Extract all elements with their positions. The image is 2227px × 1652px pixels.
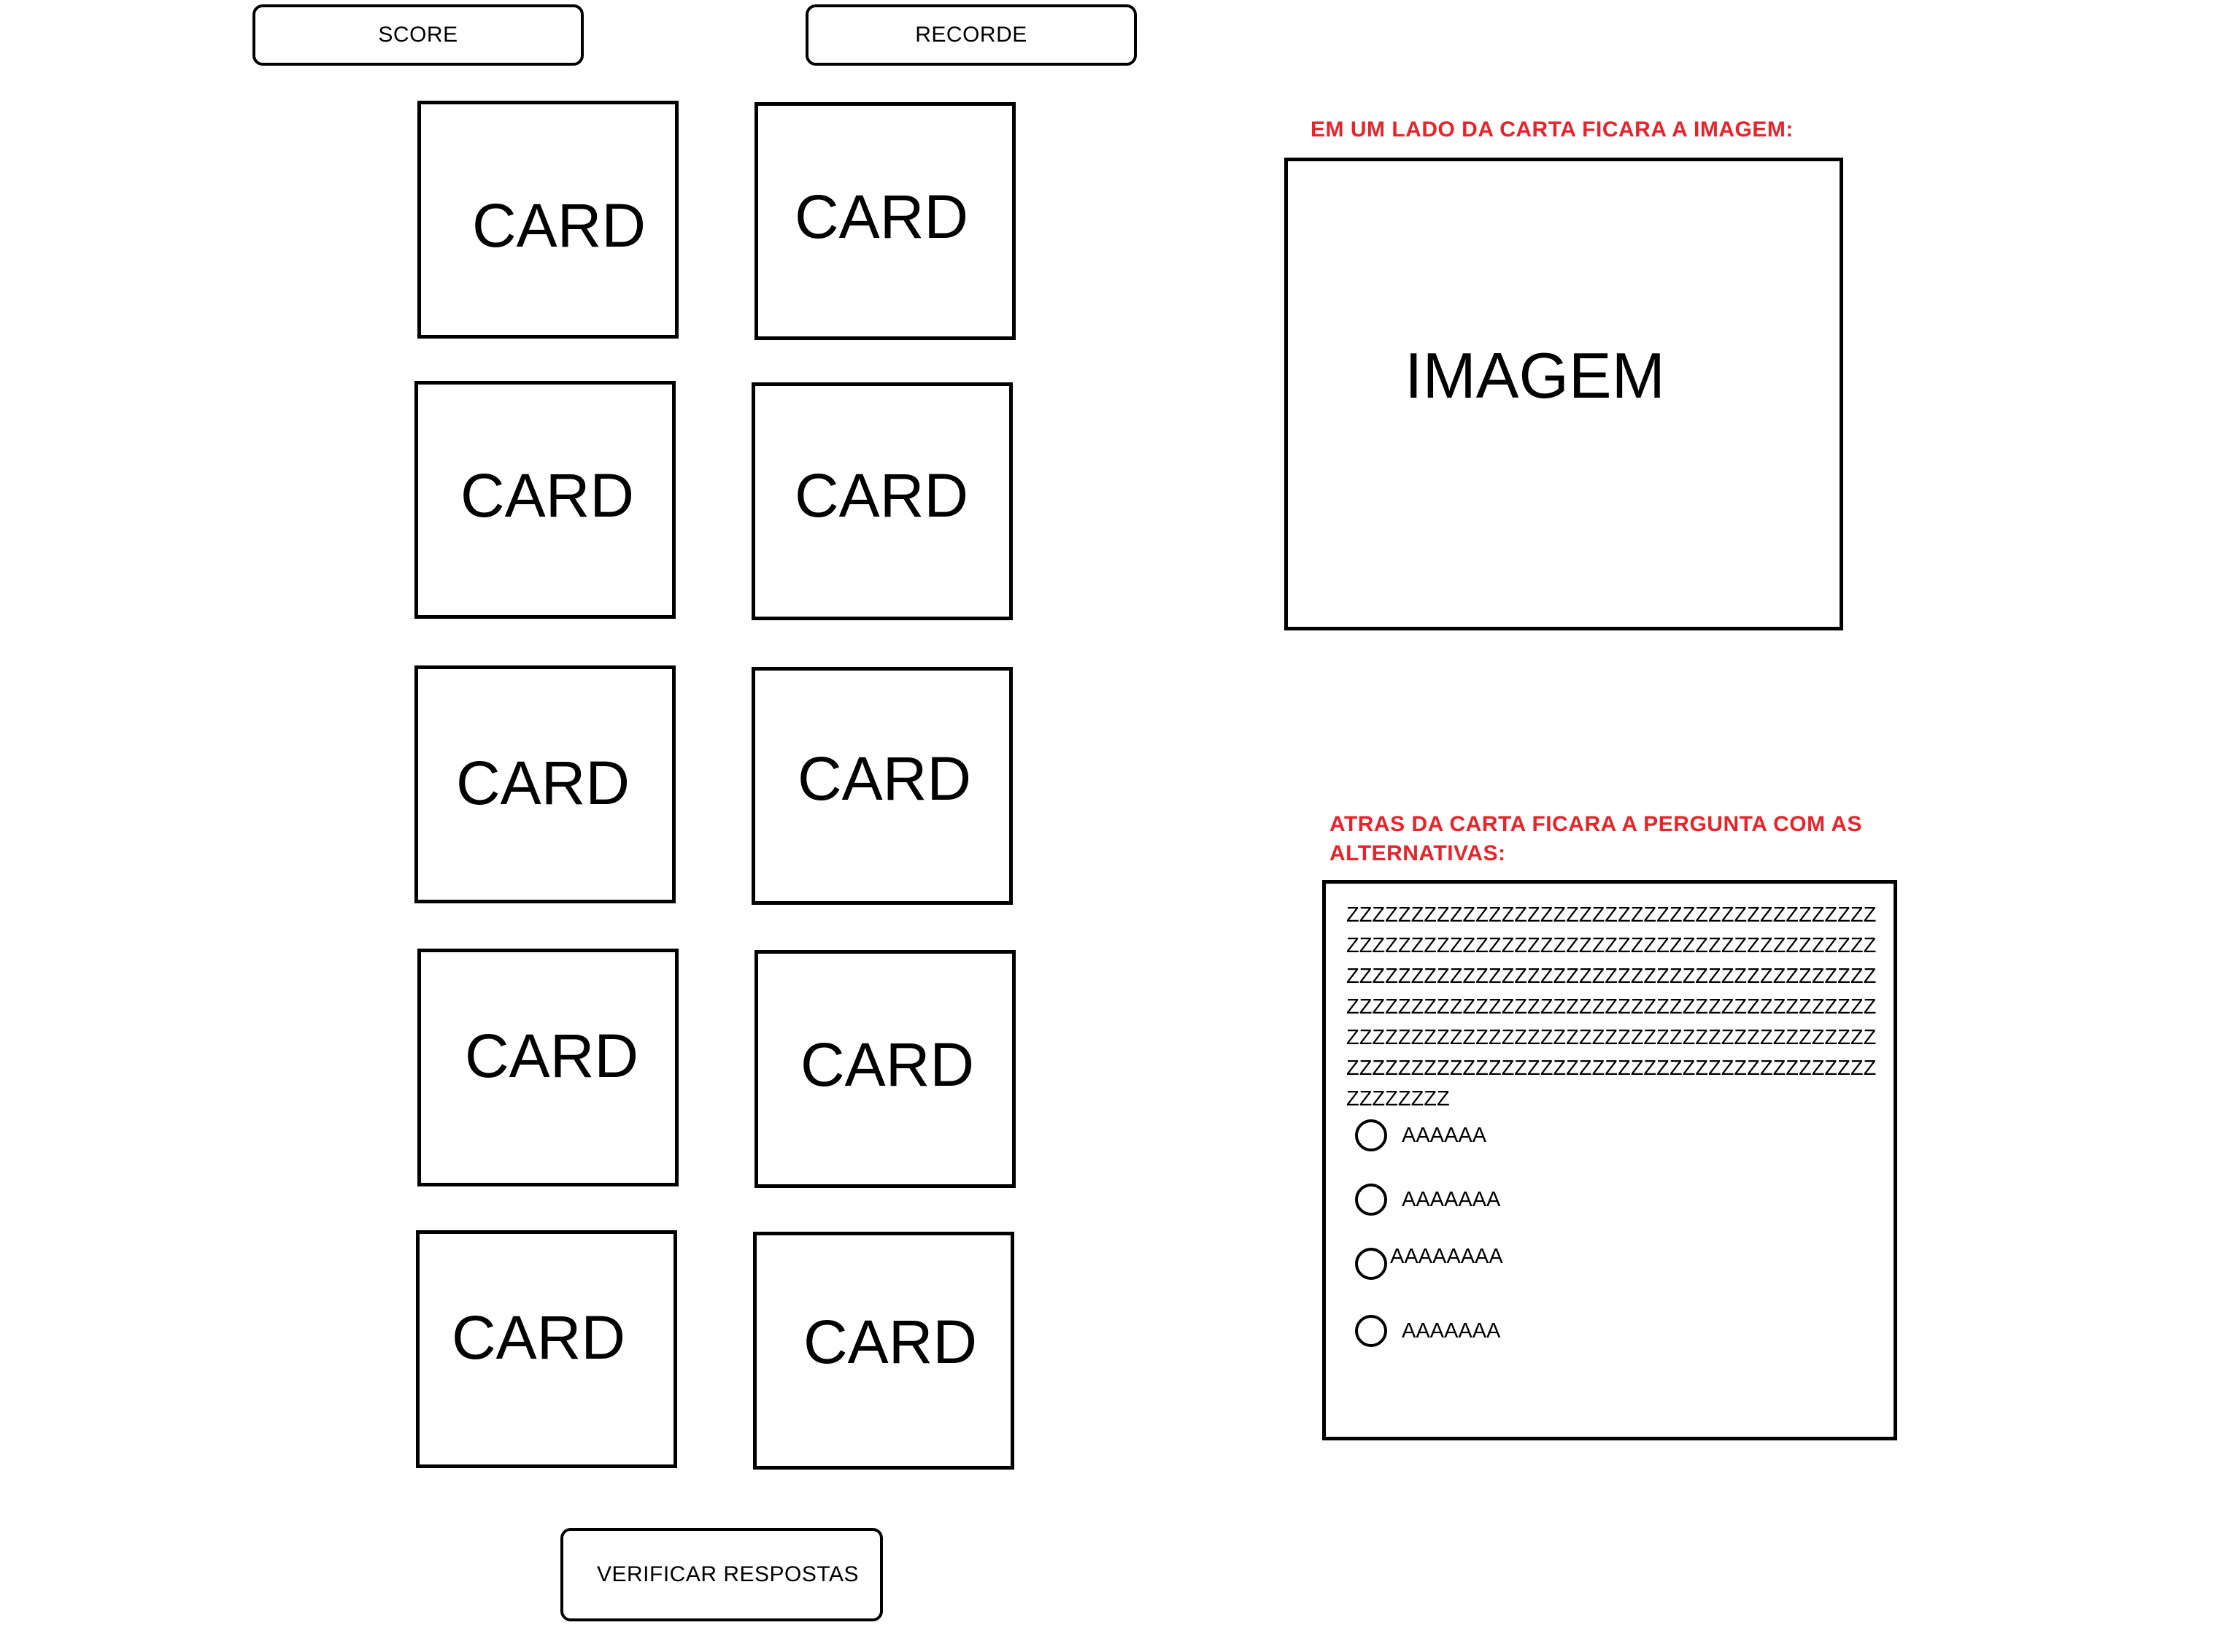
card-label: CARD	[795, 182, 969, 251]
card-5[interactable]: CARD	[414, 665, 676, 903]
card-3[interactable]: CARD	[414, 381, 676, 619]
card-back-question-box: ZZZZZZZZZZZZZZZZZZZZZZZZZZZZZZZZZZZZZZZZ…	[1322, 880, 1897, 1440]
answer-option-4[interactable]: AAAAAAA	[1355, 1313, 1500, 1349]
radio-button-icon[interactable]	[1355, 1184, 1387, 1216]
radio-button-icon[interactable]	[1355, 1119, 1387, 1151]
card-7[interactable]: CARD	[417, 949, 679, 1186]
answer-option-label: AAAAAAA	[1402, 1319, 1501, 1343]
card-10[interactable]: CARD	[753, 1232, 1014, 1470]
back-side-note: ATRAS DA CARTA FICARA A PERGUNTA COM AS …	[1329, 810, 1862, 868]
card-label: CARD	[803, 1308, 978, 1376]
answer-option-1[interactable]: AAAAAA	[1355, 1117, 1486, 1154]
card-label: CARD	[795, 461, 969, 530]
card-label: CARD	[460, 461, 635, 530]
card-label: CARD	[456, 749, 630, 817]
answer-option-2[interactable]: AAAAAAA	[1355, 1181, 1500, 1218]
card-label: CARD	[800, 1030, 975, 1099]
answer-option-label: AAAAAA	[1402, 1123, 1487, 1147]
score-button[interactable]: SCORE	[252, 4, 584, 66]
answer-option-label: AAAAAAAA	[1390, 1244, 1503, 1268]
verify-answers-button[interactable]: VERIFICAR RESPOSTAS	[560, 1528, 883, 1621]
back-side-note-line-1: ATRAS DA CARTA FICARA A PERGUNTA COM AS	[1329, 812, 1863, 836]
answer-option-label: AAAAAAA	[1402, 1187, 1501, 1211]
card-4[interactable]: CARD	[752, 382, 1013, 620]
card-label: CARD	[798, 744, 972, 813]
card-label: CARD	[465, 1022, 639, 1090]
answer-option-3[interactable]: AAAAAAAA	[1355, 1244, 1503, 1282]
front-side-note: EM UM LADO DA CARTA FICARA A IMAGEM:	[1311, 117, 1794, 142]
radio-button-icon[interactable]	[1355, 1248, 1387, 1280]
verify-answers-label: VERIFICAR RESPOSTAS	[597, 1562, 860, 1586]
back-side-note-line-2: ALTERNATIVAS:	[1329, 841, 1506, 865]
score-label: SCORE	[378, 23, 458, 47]
card-8[interactable]: CARD	[754, 950, 1016, 1188]
card-6[interactable]: CARD	[752, 667, 1013, 905]
question-text: ZZZZZZZZZZZZZZZZZZZZZZZZZZZZZZZZZZZZZZZZ…	[1346, 903, 1877, 1111]
recorde-label: RECORDE	[915, 23, 1027, 47]
recorde-button[interactable]: RECORDE	[806, 4, 1137, 66]
image-label: IMAGEM	[1405, 339, 1665, 412]
card-9[interactable]: CARD	[416, 1230, 677, 1468]
card-front-image-placeholder: IMAGEM	[1284, 158, 1843, 630]
card-label: CARD	[452, 1303, 626, 1372]
card-2[interactable]: CARD	[754, 102, 1016, 340]
card-label: CARD	[472, 191, 647, 260]
radio-button-icon[interactable]	[1355, 1315, 1387, 1347]
card-1[interactable]: CARD	[417, 101, 679, 339]
